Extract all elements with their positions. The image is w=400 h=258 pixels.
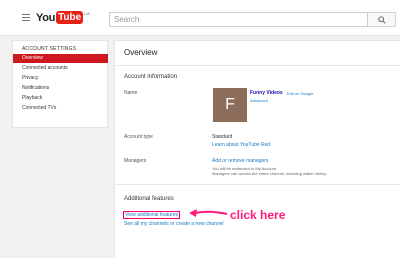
advanced-link[interactable]: Advanced: [250, 98, 268, 103]
logo-you-text: You: [36, 11, 56, 24]
channel-name: Funny Videos: [250, 90, 283, 96]
add-remove-managers-link[interactable]: Add or remove managers: [212, 158, 268, 164]
sidebar-item-overview[interactable]: Overview: [13, 54, 108, 63]
view-additional-features-link[interactable]: View additional features: [123, 211, 180, 219]
top-bar: You Tube CA Search: [0, 0, 400, 36]
sidebar-item-connected-accounts[interactable]: Connected accounts: [13, 64, 108, 73]
click-here-annotation: click here: [230, 208, 286, 222]
managers-note-line-2: Managers can access the entire channel, …: [212, 171, 328, 176]
avatar: F: [213, 88, 247, 122]
divider: [115, 184, 400, 185]
name-label: Name: [124, 90, 138, 96]
learn-youtube-red-link[interactable]: Learn about YouTube Red: [212, 142, 270, 148]
youtube-logo[interactable]: You Tube CA: [36, 11, 90, 24]
sidebar-heading: ACCOUNT SETTINGS: [22, 46, 77, 52]
account-type-label: Account type: [124, 134, 153, 140]
account-type-value: Standard: [212, 134, 233, 140]
search-placeholder: Search: [114, 15, 140, 24]
additional-features-heading: Additional features: [124, 196, 174, 202]
search-icon: [377, 15, 386, 24]
logo-region: CA: [84, 11, 90, 16]
sidebar-item-privacy[interactable]: Privacy: [13, 74, 108, 83]
settings-sidebar: ACCOUNT SETTINGS Overview Connected acco…: [12, 40, 108, 128]
managers-label: Managers: [124, 158, 147, 164]
menu-icon[interactable]: [22, 14, 30, 21]
overview-panel: Overview Account information Name F Funn…: [114, 40, 400, 258]
search-input[interactable]: Search: [109, 12, 368, 27]
sidebar-item-notifications[interactable]: Notifications: [13, 84, 108, 93]
logo-tube-text: Tube: [56, 11, 84, 24]
edit-on-google-link[interactable]: Edit on Google: [287, 91, 313, 96]
managers-note: You will be redirected to My Account Man…: [212, 166, 362, 176]
pointer-arrow-icon: [189, 209, 228, 217]
see-all-channels-link[interactable]: See all my channels or create a new chan…: [124, 221, 224, 227]
page-title: Overview: [124, 48, 158, 57]
divider: [115, 65, 400, 66]
account-info-heading: Account information: [124, 74, 178, 80]
sidebar-item-connected-tvs[interactable]: Connected TVs: [13, 104, 108, 113]
search-button[interactable]: [368, 12, 396, 27]
sidebar-item-playback[interactable]: Playback: [13, 94, 108, 103]
